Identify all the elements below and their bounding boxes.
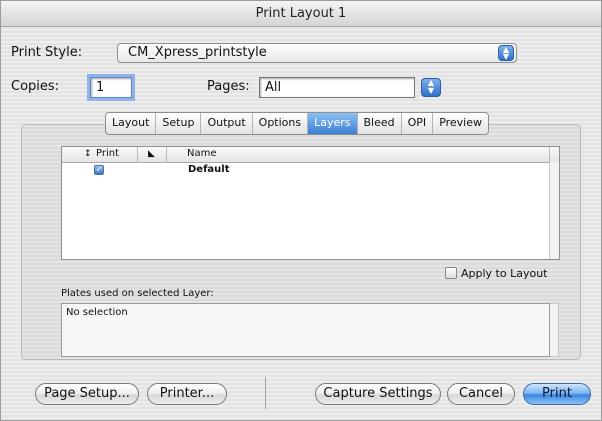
apply-to-layout-checkbox[interactable] [445,267,457,279]
popup-arrows-icon: ▲ ▼ [498,45,514,61]
tab-opi[interactable]: OPI [402,113,434,134]
plates-scrollbar[interactable] [550,303,559,357]
print-style-label: Print Style: [11,45,83,60]
copies-field[interactable]: 1 [90,77,132,98]
print-button[interactable]: Print [523,383,591,405]
column-divider [137,147,138,162]
copies-label: Copies: [11,79,60,94]
apply-to-layout-label: Apply to Layout [461,267,548,280]
plates-value: No selection [66,307,128,318]
tab-output[interactable]: Output [201,113,253,134]
pages-popup-arrows-icon[interactable]: ▲ ▼ [421,78,441,97]
tab-bar: Layout Setup Output Options Layers Bleed… [105,112,490,135]
table-scrollbar[interactable] [549,162,559,259]
tab-options[interactable]: Options [253,113,309,134]
capture-settings-button[interactable]: Capture Settings [315,383,441,405]
plates-label: Plates used on selected Layer: [61,288,214,299]
cancel-button[interactable]: Cancel [447,383,515,405]
pages-label: Pages: [207,79,250,94]
tab-layout[interactable]: Layout [106,113,157,134]
tab-setup[interactable]: Setup [156,113,202,134]
layers-table[interactable]: ↕ Print ◣ Name ✓ Default [61,146,560,260]
tab-preview[interactable]: Preview [433,113,488,134]
pages-field[interactable]: All [259,77,415,98]
table-header: ↕ Print ◣ Name [62,147,559,163]
layer-lock-icon[interactable]: ◣ [148,147,155,162]
sort-icon[interactable]: ↕ [84,147,92,162]
print-checkbox[interactable]: ✓ [94,165,104,175]
print-style-popup[interactable]: CM_Xpress_printstyle ▲ ▼ [117,43,517,63]
tab-bleed[interactable]: Bleed [358,113,402,134]
printer-button[interactable]: Printer... [147,383,227,405]
plates-list[interactable]: No selection [61,303,550,357]
column-divider [549,147,550,162]
table-row[interactable]: ✓ Default [62,163,551,176]
column-divider [166,147,167,162]
button-separator [265,377,266,409]
window-title: Print Layout 1 [1,1,601,27]
column-header-print[interactable]: Print [96,147,119,162]
print-style-value: CM_Xpress_printstyle [128,45,267,60]
page-setup-button[interactable]: Page Setup... [35,383,139,405]
print-layout-dialog: Print Layout 1 Print Style: CM_Xpress_pr… [0,0,602,421]
layer-name: Default [188,164,230,175]
column-header-name[interactable]: Name [187,147,217,162]
tab-layers[interactable]: Layers [308,113,358,134]
